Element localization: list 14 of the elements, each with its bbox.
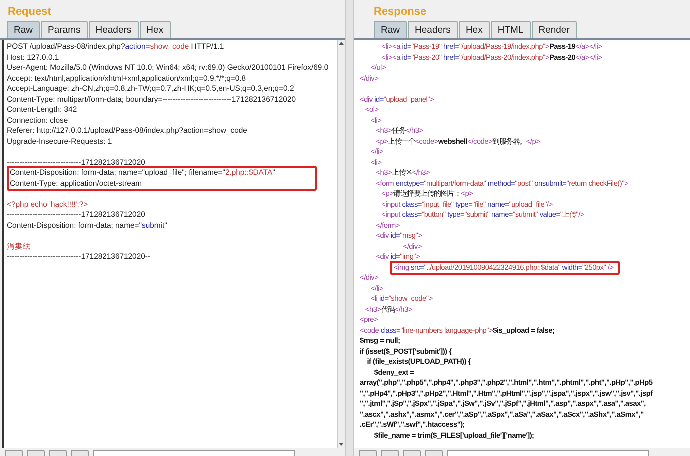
tab[interactable]: Hex — [140, 21, 171, 38]
down-arrow-icon[interactable] — [339, 443, 344, 446]
tab[interactable]: HTML — [490, 21, 531, 38]
up-arrow-icon[interactable] — [339, 42, 344, 45]
panel-title: Response — [373, 5, 428, 20]
scrollbar[interactable] — [337, 40, 345, 448]
tab[interactable]: Render — [532, 21, 577, 38]
tab[interactable]: Raw — [374, 21, 408, 38]
panel-title: Request — [7, 5, 52, 20]
tab[interactable]: Raw — [7, 21, 40, 38]
tab[interactable]: Headers — [88, 21, 139, 38]
tab[interactable]: Params — [41, 21, 88, 38]
tab[interactable]: Hex — [458, 21, 490, 38]
tab[interactable]: Headers — [408, 21, 458, 38]
